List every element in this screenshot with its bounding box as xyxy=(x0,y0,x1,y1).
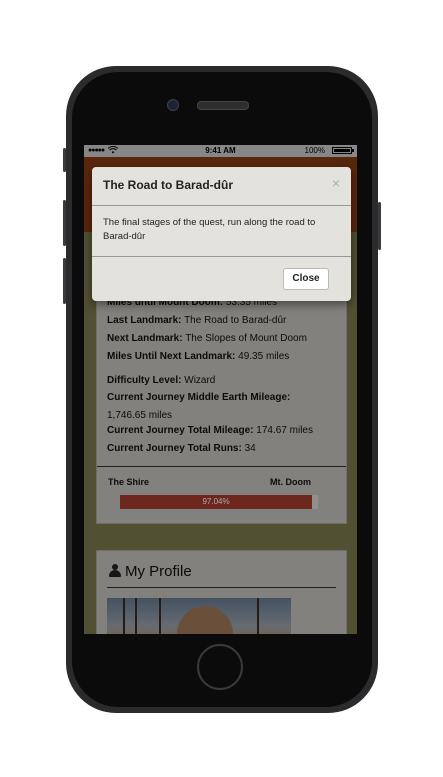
modal-header-divider xyxy=(92,205,351,206)
landmark-modal: The Road to Barad-dûr × The final stages… xyxy=(92,167,351,301)
volume-up-button xyxy=(63,200,66,246)
phone-screen: ●●●●● 9:41 AM 100% Miles until Mount Doo… xyxy=(84,145,357,634)
front-camera xyxy=(167,99,179,111)
silent-switch xyxy=(63,148,66,172)
power-button xyxy=(378,202,381,250)
close-icon[interactable]: × xyxy=(332,175,340,191)
home-button[interactable] xyxy=(197,644,243,690)
close-button[interactable]: Close xyxy=(283,268,329,290)
modal-footer-divider xyxy=(92,256,351,257)
modal-body: The final stages of the quest, run along… xyxy=(103,217,316,242)
speaker-grille xyxy=(197,101,249,110)
volume-down-button xyxy=(63,258,66,304)
modal-title: The Road to Barad-dûr xyxy=(103,178,234,192)
